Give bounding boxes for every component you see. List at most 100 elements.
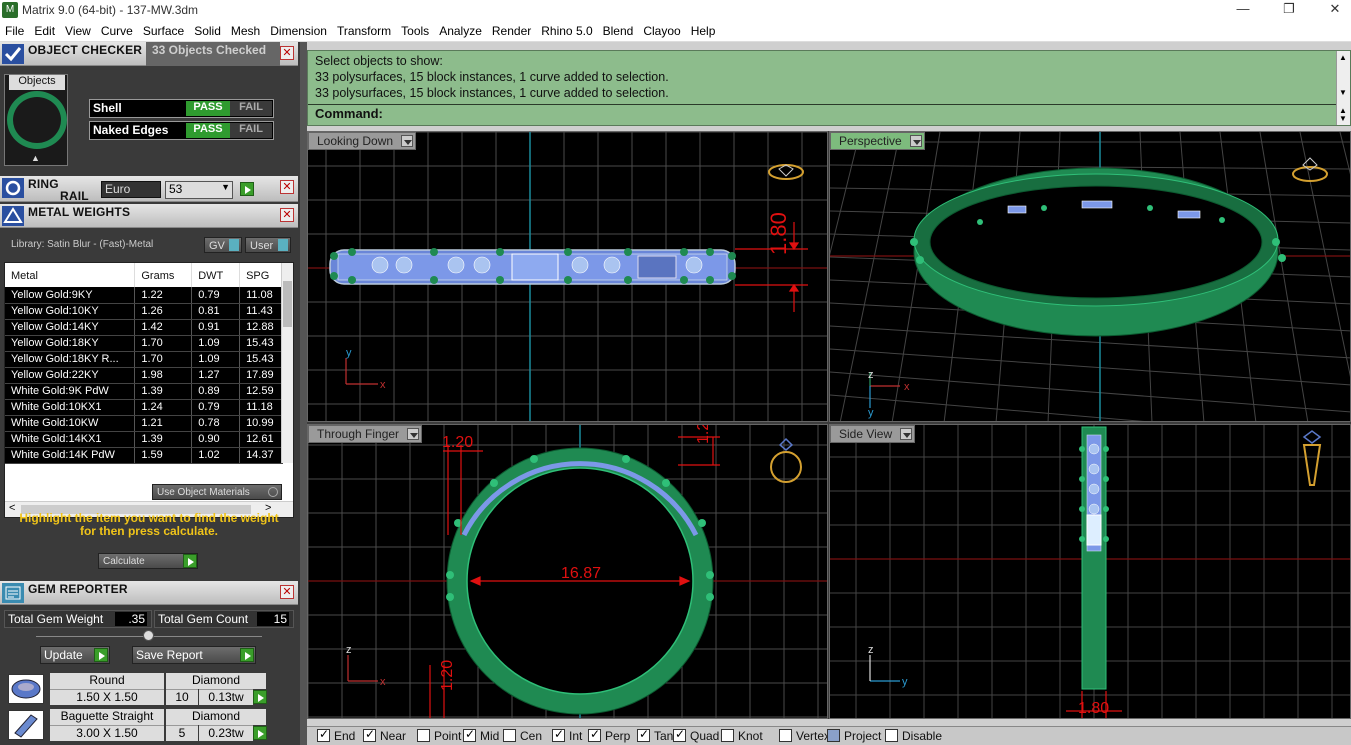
table-row[interactable]: White Gold:10KW 1.21 0.78 10.99	[5, 415, 283, 432]
round-select-icon[interactable]	[253, 690, 267, 704]
save-report-button[interactable]: Save Report	[132, 646, 256, 664]
viewport-menu-icon[interactable]	[401, 135, 414, 147]
close-button[interactable]: ✕	[1312, 0, 1351, 20]
checkbox[interactable]	[317, 727, 330, 742]
viewport-label-looking-down[interactable]: Looking Down	[308, 132, 417, 150]
minimize-button[interactable]: —	[1220, 0, 1266, 20]
checkbox[interactable]	[637, 727, 650, 742]
close-metal-weights-icon[interactable]: ✕	[280, 208, 294, 222]
gem-row-baguette[interactable]: Baguette Straight 3.00 X 1.50 Diamond 5 …	[4, 708, 267, 742]
menu-dimension[interactable]: Dimension	[265, 20, 332, 38]
table-row[interactable]: Yellow Gold:18KY R... 1.70 1.09 15.43	[5, 351, 283, 368]
table-row[interactable]: Yellow Gold:22KY 1.98 1.27 17.89	[5, 367, 283, 384]
menu-analyze[interactable]: Analyze	[434, 20, 487, 38]
expand-up-icon[interactable]: ▲	[31, 153, 40, 163]
menu-tools[interactable]: Tools	[396, 20, 434, 38]
osnap-perp[interactable]: Perp	[588, 727, 630, 743]
col-grams[interactable]: Grams	[134, 263, 193, 287]
viewport-label-side-view[interactable]: Side View	[830, 425, 916, 443]
close-ring-rail-icon[interactable]: ✕	[280, 180, 294, 194]
table-row[interactable]: White Gold:10KX1 1.24 0.79 11.18	[5, 399, 283, 416]
checkbox[interactable]	[673, 727, 686, 742]
viewport-through-finger[interactable]: 16.87 1.20 1.20 1.20 x z Through Finger	[307, 424, 828, 719]
osnap-point[interactable]: Point	[417, 729, 461, 743]
gv-toggle[interactable]: GV	[204, 237, 242, 253]
close-gem-reporter-icon[interactable]: ✕	[280, 585, 294, 599]
perspective-menu-icon[interactable]	[909, 135, 922, 147]
osnap-int[interactable]: Int	[552, 727, 582, 743]
apply-size-button[interactable]	[240, 182, 254, 196]
menu-curve[interactable]: Curve	[96, 20, 138, 38]
osnap-near[interactable]: Near	[363, 727, 406, 743]
menu-blend[interactable]: Blend	[598, 20, 639, 38]
checkbox[interactable]	[363, 727, 376, 742]
through-finger-menu-icon[interactable]	[407, 428, 420, 440]
ring-size-select[interactable]: 53 ▼	[165, 181, 233, 199]
menu-view[interactable]: View	[60, 20, 96, 38]
table-row[interactable]: White Gold:14KX1 1.39 0.90 12.61	[5, 431, 283, 448]
menu-render[interactable]: Render	[487, 20, 536, 38]
menu-surface[interactable]: Surface	[138, 20, 189, 38]
command-scrollbar[interactable]: ▲ ▼ ▲ ▼	[1336, 51, 1350, 125]
menu-edit[interactable]: Edit	[29, 20, 60, 38]
gem-row-round[interactable]: Round 1.50 X 1.50 Diamond 10 0.13tw	[4, 672, 267, 706]
table-row[interactable]: White Gold:14K PdW 1.59 1.02 14.37	[5, 447, 283, 464]
scroll-up-icon[interactable]: ▲	[1339, 53, 1347, 62]
vertical-scrollbar[interactable]	[281, 263, 293, 463]
checkbox[interactable]	[463, 727, 476, 742]
save-report-go-icon[interactable]	[240, 648, 254, 662]
gem-slider-thumb[interactable]	[143, 630, 154, 641]
col-metal[interactable]: Metal	[5, 263, 136, 287]
use-object-materials-toggle[interactable]: Use Object Materials	[152, 484, 282, 500]
table-row[interactable]: Yellow Gold:9KY 1.22 0.79 11.08	[5, 287, 283, 304]
viewport-label-perspective[interactable]: Perspective	[830, 132, 925, 150]
baguette-select-icon[interactable]	[253, 726, 267, 740]
osnap-mid[interactable]: Mid	[463, 727, 499, 743]
side-view-menu-icon[interactable]	[900, 428, 913, 440]
viewport-side-view[interactable]: 1.80 y z Side View	[829, 424, 1351, 719]
close-object-checker-icon[interactable]: ✕	[280, 46, 294, 60]
table-row[interactable]: Yellow Gold:14KY 1.42 0.91 12.88	[5, 319, 283, 336]
viewport-perspective[interactable]: x y z Perspective	[829, 131, 1351, 422]
objects-preview[interactable]: Objects ▲	[4, 74, 68, 166]
menu-solid[interactable]: Solid	[189, 20, 226, 38]
osnap-end[interactable]: End	[317, 727, 355, 743]
osnap-project[interactable]: Project	[827, 729, 881, 743]
user-toggle[interactable]: User	[245, 237, 291, 253]
checkbox[interactable]	[827, 729, 840, 742]
table-row[interactable]: Yellow Gold:10KY 1.26 0.81 11.43	[5, 303, 283, 320]
menu-rhino[interactable]: Rhino 5.0	[536, 20, 597, 38]
checkbox[interactable]	[721, 729, 734, 742]
checkbox[interactable]	[503, 729, 516, 742]
command-prompt[interactable]: Command:	[315, 106, 383, 121]
viewport-label-through-finger[interactable]: Through Finger	[308, 425, 423, 443]
col-spg[interactable]: SPG	[239, 263, 283, 287]
menu-file[interactable]: File	[0, 20, 29, 38]
panel-splitter[interactable]	[300, 42, 307, 745]
menu-transform[interactable]: Transform	[332, 20, 396, 38]
osnap-cen[interactable]: Cen	[503, 729, 542, 743]
update-go-icon[interactable]	[94, 648, 108, 662]
osnap-tan[interactable]: Tan	[637, 727, 673, 743]
menu-clayoo[interactable]: Clayoo	[638, 20, 685, 38]
table-row[interactable]: White Gold:9K PdW 1.39 0.89 12.59	[5, 383, 283, 400]
checkbox[interactable]	[588, 727, 601, 742]
maximize-button[interactable]: ❐	[1266, 0, 1312, 20]
checkbox[interactable]	[885, 729, 898, 742]
table-row[interactable]: Yellow Gold:18KY 1.70 1.09 15.43	[5, 335, 283, 352]
command-history[interactable]: Select objects to show: 33 polysurfaces,…	[307, 50, 1351, 126]
osnap-disable[interactable]: Disable	[885, 729, 942, 743]
osnap-quad[interactable]: Quad	[673, 727, 719, 743]
checkbox[interactable]	[552, 727, 565, 742]
osnap-vertex[interactable]: Vertex	[779, 729, 830, 743]
osnap-knot[interactable]: Knot	[721, 729, 763, 743]
col-dwt[interactable]: DWT	[191, 263, 241, 287]
menu-mesh[interactable]: Mesh	[226, 20, 265, 38]
prompt-scroll-down-icon[interactable]: ▼	[1339, 114, 1347, 123]
size-standard-field[interactable]: Euro	[101, 181, 161, 198]
scroll-down-icon[interactable]: ▼	[1339, 88, 1347, 97]
checkbox[interactable]	[779, 729, 792, 742]
calculate-go-icon[interactable]	[183, 554, 197, 568]
checkbox[interactable]	[417, 729, 430, 742]
menu-help[interactable]: Help	[686, 20, 721, 38]
